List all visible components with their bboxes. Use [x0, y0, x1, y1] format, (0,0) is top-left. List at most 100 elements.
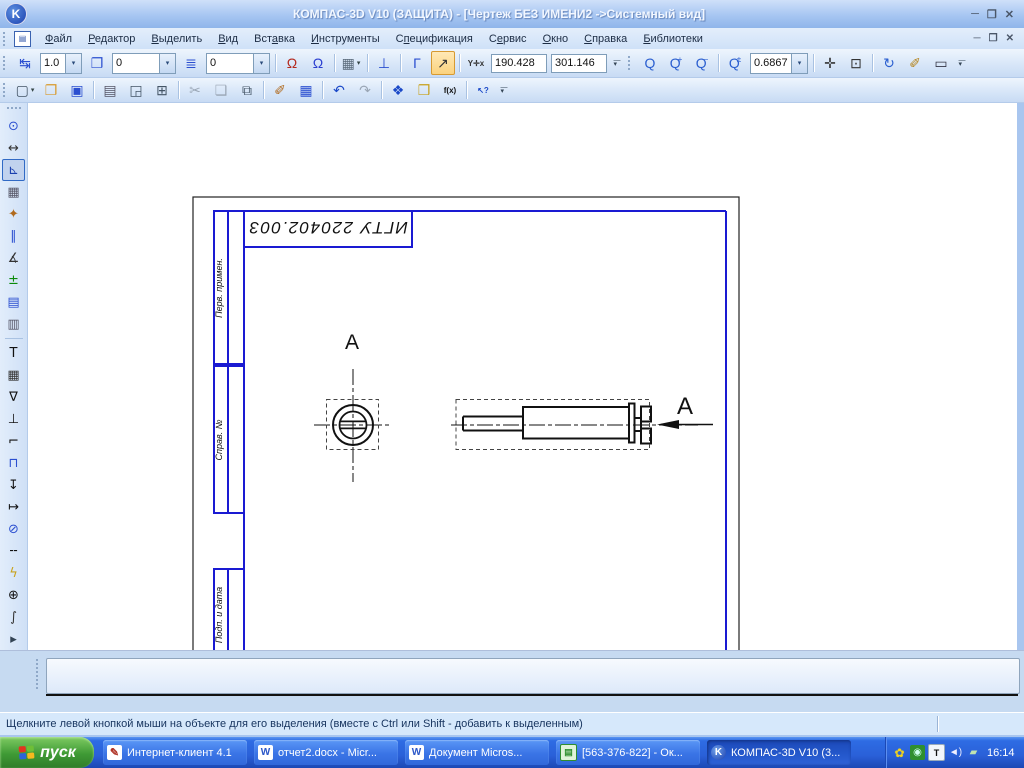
spline-icon[interactable]: ∫ [2, 606, 25, 628]
reports-icon[interactable]: ▥ [2, 313, 25, 335]
print-icon[interactable]: ▤ [98, 78, 122, 102]
snap-settings-icon[interactable]: Ω [280, 51, 304, 75]
toolbar-overflow-button[interactable]: — ▾ [498, 80, 510, 100]
copy-icon[interactable]: ❏ [209, 78, 233, 102]
usb-device-icon[interactable]: ▰ [966, 745, 981, 760]
menu-item-файл[interactable]: Файл [37, 31, 80, 47]
taskbar-button[interactable]: ▤ [563-376-822] - Ок... [556, 740, 700, 765]
property-panel[interactable] [46, 658, 1020, 694]
open-icon[interactable]: ❐ [39, 78, 63, 102]
pan-icon[interactable]: ✛ [818, 51, 842, 75]
redo-icon[interactable]: ↷ [353, 78, 377, 102]
copy-views-icon[interactable]: ❐ [85, 51, 109, 75]
zoom-combo[interactable]: 0.6867 ▾ [750, 52, 808, 74]
new-document-icon[interactable]: ▢ ▾ [13, 78, 37, 102]
menu-item-окно[interactable]: Окно [535, 31, 577, 47]
selection-icon[interactable]: ± [2, 269, 25, 291]
cut-icon[interactable]: ✂ [183, 78, 207, 102]
centerline-icon[interactable]: ╌ [2, 540, 25, 562]
parametrization-icon[interactable]: ∥ [2, 225, 25, 247]
save-icon[interactable]: ▣ [65, 78, 89, 102]
layer-combo[interactable]: 0 ▾ [206, 52, 270, 74]
taskbar-button[interactable]: W Документ Micros... [405, 740, 549, 765]
cursor-step-icon[interactable]: ↹ [13, 51, 37, 75]
menu-grip[interactable] [3, 31, 8, 46]
show-document-icon[interactable]: ▭ [929, 51, 953, 75]
toolbar-overflow-button[interactable]: — ▾ [956, 53, 968, 73]
language-switcher-icon[interactable]: T [928, 744, 945, 761]
wave-line-icon[interactable]: ϟ [2, 562, 25, 584]
view-arrow-down-icon[interactable]: ↧ [2, 474, 25, 496]
text-tool-icon[interactable]: T [2, 342, 25, 364]
menu-item-выделить[interactable]: Выделить [143, 31, 210, 47]
ortho-drawing-icon[interactable]: Γ [405, 51, 429, 75]
taskbar-button[interactable]: K КОМПАС-3D V10 (3... [707, 740, 851, 765]
menu-item-библиотеки[interactable]: Библиотеки [635, 31, 711, 47]
menu-item-вид[interactable]: Вид [210, 31, 246, 47]
y-coordinate-input[interactable]: 301.146 [551, 53, 607, 73]
property-bar-grip[interactable] [36, 659, 38, 689]
zoom-out-icon[interactable]: Q − [690, 51, 714, 75]
designations-icon[interactable]: ⊾ [2, 159, 25, 181]
redraw-icon[interactable]: ✐ [903, 51, 927, 75]
specification-icon[interactable]: ▤ [2, 291, 25, 313]
toolbar-grip[interactable] [3, 83, 8, 97]
construction-designations-icon[interactable]: ▦ [2, 181, 25, 203]
more-tools-icon[interactable]: ▸ [2, 628, 25, 650]
menu-item-справка[interactable]: Справка [576, 31, 635, 47]
child-minimize-button[interactable]: ─ [974, 33, 981, 44]
toolbar-grip[interactable] [3, 56, 8, 70]
document-icon[interactable]: ▤ [14, 30, 31, 47]
window-manager-icon[interactable]: ❖ [386, 78, 410, 102]
brand-leader-icon[interactable]: ⊓ [2, 452, 25, 474]
variables-icon[interactable]: f(x) [438, 78, 462, 102]
geometry-icon[interactable]: ⊙ [2, 115, 25, 137]
toolbar-grip[interactable] [628, 56, 633, 70]
center-mark-icon[interactable]: ⊕ [2, 584, 25, 606]
menu-item-спецификация[interactable]: Спецификация [388, 31, 481, 47]
start-button[interactable]: пуск [0, 737, 94, 768]
refresh-image-icon[interactable]: ↻ [877, 51, 901, 75]
x-coordinate-input[interactable]: 190.428 [491, 53, 547, 73]
local-snap-icon[interactable]: Ω [306, 51, 330, 75]
cursor-step-combo[interactable]: 1.0 ▾ [40, 52, 82, 74]
copy-properties-icon[interactable]: ✐ [268, 78, 292, 102]
print-preview-icon[interactable]: ◲ [124, 78, 148, 102]
paste-icon[interactable]: ⧉ [235, 78, 259, 102]
table-tool-icon[interactable]: ▦ [2, 364, 25, 386]
toolbar-overflow-button[interactable]: — ▾ [611, 53, 623, 73]
fit-page-icon[interactable]: ⊡ [844, 51, 868, 75]
context-help-icon[interactable]: ↖? [471, 78, 495, 102]
swap-xy-icon[interactable]: Y✛x [464, 51, 488, 75]
undo-icon[interactable]: ↶ [327, 78, 351, 102]
icq-flower-icon[interactable]: ✿ [892, 745, 907, 760]
taskbar-button[interactable]: ✎ Интернет-клиент 4.1 [103, 740, 247, 765]
child-close-button[interactable]: ✕ [1006, 33, 1014, 44]
layers-icon[interactable]: ≣ [179, 51, 203, 75]
rounding-snap-icon[interactable]: ↗ [431, 51, 455, 75]
view-combo[interactable]: 0 ▾ [112, 52, 176, 74]
datum-icon[interactable]: ⊥ [2, 408, 25, 430]
zoom-in-icon[interactable]: Q + [664, 51, 688, 75]
editing-icon[interactable]: ✦ [2, 203, 25, 225]
close-button[interactable]: ✕ [1005, 8, 1014, 21]
minimize-button[interactable]: ─ [971, 8, 979, 21]
measure-icon[interactable]: ∡ [2, 247, 25, 269]
volume-icon[interactable]: ◄) [948, 745, 963, 760]
library-manager-icon[interactable]: ❒ [412, 78, 436, 102]
menu-item-инструменты[interactable]: Инструменты [303, 31, 388, 47]
panel-grip[interactable] [6, 107, 21, 112]
grid-icon[interactable]: ▦ ▾ [339, 51, 363, 75]
restore-button[interactable]: ❐ [987, 8, 997, 21]
view-arrow-icon[interactable]: ↦ [2, 496, 25, 518]
drawing-canvas[interactable]: ИГТУ 220402.003 Перв. примен. Справ. № П… [28, 103, 1017, 650]
menu-item-редактор[interactable]: Редактор [80, 31, 143, 47]
send-to-icon[interactable]: ⊞ [150, 78, 174, 102]
taskbar-button[interactable]: Wотчет2.docx - Micr... [254, 740, 398, 765]
zoom-scale-icon[interactable]: Q ± [723, 51, 747, 75]
menu-item-сервис[interactable]: Сервис [481, 31, 535, 47]
zoom-rect-icon[interactable]: Q [638, 51, 662, 75]
title-bar[interactable]: K КОМПАС-3D V10 (ЗАЩИТА) - [Чертеж БЕЗ И… [0, 0, 1024, 28]
section-line-icon[interactable]: ⊘ [2, 518, 25, 540]
child-restore-button[interactable]: ❐ [989, 33, 998, 44]
